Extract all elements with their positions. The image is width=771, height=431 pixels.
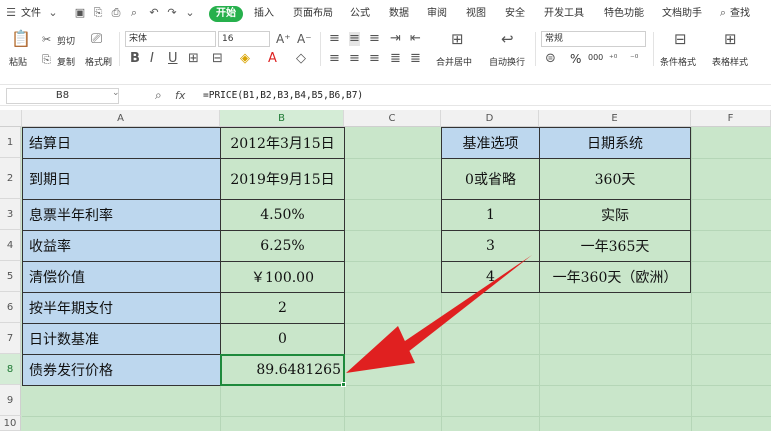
divider (653, 32, 654, 66)
ribbon-toolbar: 📋 粘贴 ✂ 剪切 ⎘ 复制 ⎚ 格式刷 宋体 16 A⁺ A⁻ B I U ⊞… (0, 28, 771, 70)
divider (119, 32, 120, 66)
merge-center-icon[interactable]: ⊞ (451, 32, 464, 47)
conditional-format-button[interactable]: 条件格式 (660, 55, 696, 68)
tab-page-layout[interactable]: 页面布局 (293, 8, 333, 20)
border-icon[interactable]: ⊞ (188, 52, 199, 66)
scissors-icon[interactable]: ✂ (42, 33, 51, 47)
align-left-icon[interactable]: ≡ (329, 52, 340, 66)
wrap-text-button[interactable]: 自动换行 (489, 55, 525, 68)
font-size-select[interactable]: 16 (218, 31, 270, 47)
fill-color-icon[interactable]: ◈ (240, 52, 250, 66)
menu-bar: ☰ 文件 ⌄ ▣ ⎘ ⎙ ⌕ ↶ ↷ ⌄ 开始 插入 页面布局 公式 数据 审阅… (0, 0, 771, 28)
align-middle-icon[interactable]: ≡ (349, 32, 360, 46)
align-right-icon[interactable]: ≡ (369, 52, 380, 66)
tab-features[interactable]: 特色功能 (604, 8, 644, 20)
hamburger-menu-icon[interactable]: ☰ (5, 7, 17, 19)
indent-icon[interactable]: ⇥ (390, 32, 401, 46)
font-color-icon[interactable]: A (268, 52, 277, 66)
print-icon[interactable]: ⎙ (110, 7, 122, 19)
undo-icon[interactable]: ↶ (148, 7, 160, 19)
tab-developer[interactable]: 开发工具 (544, 8, 584, 20)
paste-icon[interactable]: 📋 (11, 31, 31, 47)
merge-center-button[interactable]: 合并居中 (436, 55, 472, 68)
tab-review[interactable]: 审阅 (427, 8, 447, 20)
wrap-text-icon[interactable]: ↩ (501, 32, 514, 47)
cut-button[interactable]: 剪切 (57, 34, 75, 47)
currency-icon[interactable]: ⊜ (545, 52, 556, 66)
format-painter-button[interactable]: 格式刷 (85, 55, 112, 68)
save-icon[interactable]: ▣ (74, 7, 86, 19)
increase-decimal-icon[interactable]: ⁺⁰ (609, 52, 617, 66)
align-center-icon[interactable]: ≡ (349, 52, 360, 66)
bold-icon[interactable]: B (130, 52, 140, 66)
red-arrow-annotation (346, 255, 532, 373)
underline-icon[interactable]: U (168, 52, 178, 66)
tab-view[interactable]: 视图 (466, 8, 486, 20)
decrease-font-icon[interactable]: A⁻ (297, 32, 312, 46)
font-name-select[interactable]: 宋体 (125, 31, 216, 47)
divider (320, 32, 321, 66)
redo-icon[interactable]: ↷ (166, 7, 178, 19)
divider (535, 32, 536, 66)
table-style-button[interactable]: 表格样式 (712, 55, 748, 68)
justify-icon[interactable]: ≣ (390, 52, 401, 66)
tab-security[interactable]: 安全 (505, 8, 525, 20)
tab-data[interactable]: 数据 (389, 8, 409, 20)
cell-style-icon[interactable]: ⊟ (212, 52, 223, 66)
percent-button[interactable]: % (570, 52, 581, 66)
copy-icon[interactable]: ⎘ (42, 53, 51, 67)
chevron-down-icon[interactable]: ⌄ (112, 88, 120, 98)
thousands-button[interactable]: 000 (588, 53, 603, 62)
distributed-icon[interactable]: ≣ (410, 52, 421, 66)
format-painter-icon[interactable]: ⎚ (91, 32, 102, 46)
tab-insert[interactable]: 插入 (254, 8, 274, 20)
conditional-format-icon[interactable]: ⊟ (674, 32, 687, 47)
formula-bar: B8 ⌄ ⌕ fx =PRICE(B1,B2,B3,B4,B5,B6,B7) (0, 84, 771, 106)
zoom-search-icon[interactable]: ⌕ (155, 88, 162, 103)
copy-button[interactable]: 复制 (57, 55, 75, 68)
name-box[interactable]: B8 (6, 88, 119, 104)
search-button[interactable]: 查找 (730, 8, 750, 20)
table-style-icon[interactable]: ⊞ (724, 32, 737, 47)
sheet-grid[interactable]: A B C D E F 1 2 3 4 5 6 7 8 9 10 结算日 到期日… (0, 110, 771, 431)
tab-start[interactable]: 开始 (209, 6, 243, 22)
print-preview-icon[interactable]: ⌕ (128, 7, 140, 19)
align-bottom-icon[interactable]: ≡ (369, 32, 380, 46)
paste-button[interactable]: 粘贴 (9, 55, 27, 68)
align-top-icon[interactable]: ≡ (329, 32, 340, 46)
tab-formulas[interactable]: 公式 (350, 8, 370, 20)
search-icon[interactable]: ⌕ (717, 7, 729, 19)
chevron-down-icon[interactable]: ⌄ (47, 7, 59, 19)
tab-doc-assistant[interactable]: 文档助手 (662, 8, 702, 20)
formula-input[interactable]: =PRICE(B1,B2,B3,B4,B5,B6,B7) (203, 90, 363, 101)
clear-icon[interactable]: ◇ (296, 52, 306, 66)
spreadsheet-app: ☰ 文件 ⌄ ▣ ⎘ ⎙ ⌕ ↶ ↷ ⌄ 开始 插入 页面布局 公式 数据 审阅… (0, 0, 771, 431)
chevron-down-icon[interactable]: ⌄ (184, 7, 196, 19)
folder-icon[interactable]: ⎘ (92, 7, 104, 19)
number-format-select[interactable]: 常规 (541, 31, 646, 47)
fx-icon[interactable]: fx (175, 89, 185, 102)
increase-font-icon[interactable]: A⁺ (276, 32, 291, 46)
decrease-decimal-icon[interactable]: ⁻⁰ (630, 52, 638, 66)
outdent-icon[interactable]: ⇤ (410, 32, 421, 46)
menu-file[interactable]: 文件 (21, 8, 41, 20)
italic-icon[interactable]: I (150, 52, 154, 66)
